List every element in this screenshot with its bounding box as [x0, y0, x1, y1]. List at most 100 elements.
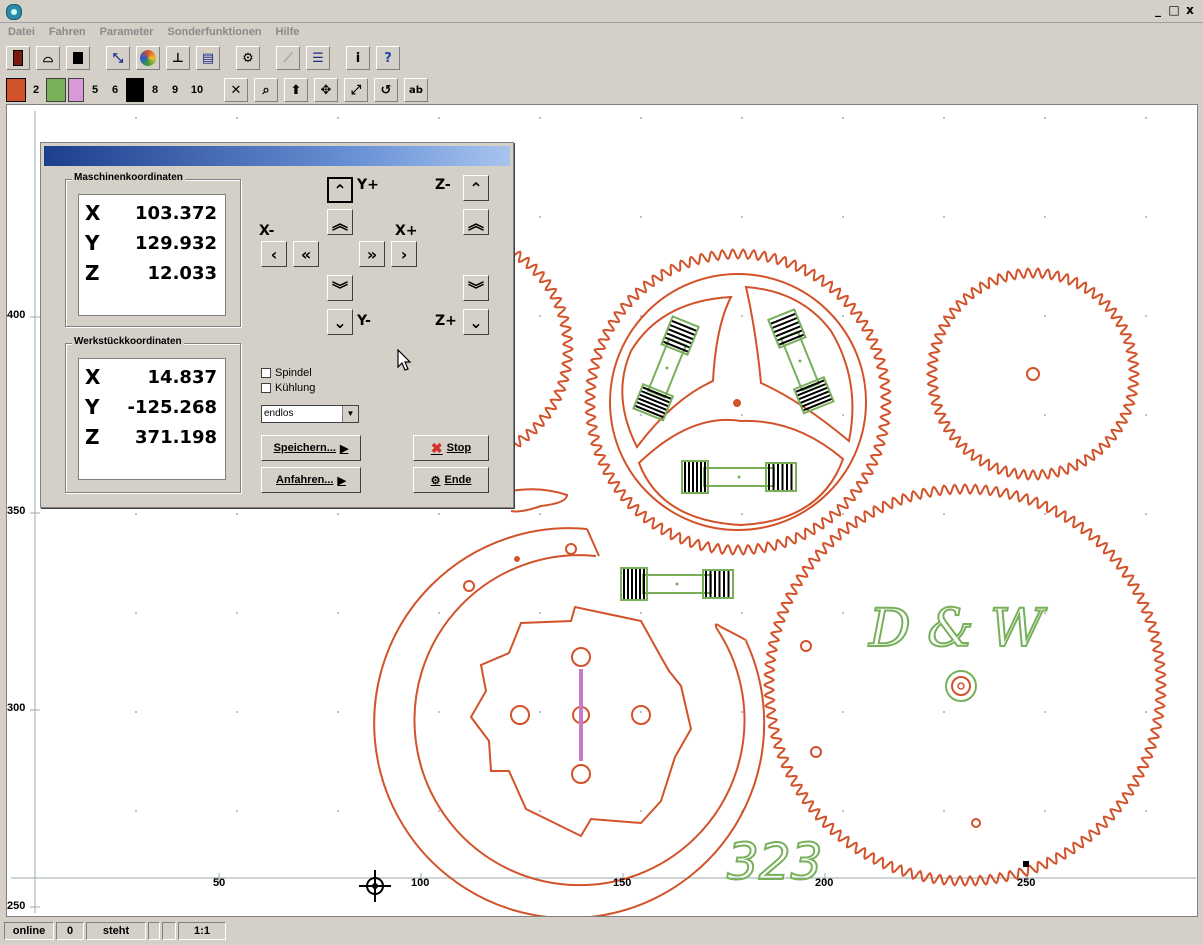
- grid-dot: [539, 513, 541, 515]
- spindel-checkbox[interactable]: [261, 368, 271, 378]
- end-button[interactable]: ⚙ Ende: [413, 467, 489, 493]
- measure-button[interactable]: ⤢: [344, 78, 368, 102]
- save-file-button[interactable]: [66, 46, 90, 70]
- kuehlung-checkbox[interactable]: [261, 383, 271, 393]
- grid-dot: [842, 612, 844, 614]
- menu-sonderfunktionen[interactable]: Sonderfunktionen: [167, 26, 261, 38]
- help-icon: ?: [384, 50, 392, 66]
- jog-y-minus-fast-button[interactable]: ︾: [327, 275, 353, 301]
- jog-x-minus-slow-button[interactable]: ‹: [261, 241, 287, 267]
- grid-dot: [842, 315, 844, 317]
- pen-2-button[interactable]: 2: [28, 78, 44, 102]
- grid-dot: [741, 513, 743, 515]
- dropdown-arrow-icon[interactable]: ▼: [342, 406, 358, 422]
- dialog-title-bar[interactable]: [44, 146, 510, 166]
- jog-z-plus-fast-button[interactable]: ︾: [463, 275, 489, 301]
- chevron-left-icon: ‹: [270, 244, 278, 264]
- transform-button[interactable]: ⤡: [106, 46, 130, 70]
- pen-8-button[interactable]: 8: [146, 78, 164, 102]
- text-tool-button[interactable]: ab: [404, 78, 428, 102]
- grid-dot: [539, 216, 541, 218]
- transform-icon: ⤡: [112, 50, 124, 66]
- hammer-bottom: [681, 460, 797, 494]
- grid-dot: [640, 414, 642, 416]
- chevron-down-icon: ⌄: [333, 312, 347, 332]
- exit-door-button[interactable]: [6, 46, 30, 70]
- jog-x-plus-fast-button[interactable]: »: [359, 241, 385, 267]
- settings-button[interactable]: ⚙: [236, 46, 260, 70]
- jog-z-minus-slow-button[interactable]: ⌃: [463, 175, 489, 201]
- disabled-tool-button[interactable]: ⟋: [276, 46, 300, 70]
- jog-y-plus-button[interactable]: ︽: [327, 209, 353, 235]
- pen-3-swatch[interactable]: [46, 78, 66, 102]
- mouse-pointer-shape: [397, 349, 412, 371]
- jog-mode-select[interactable]: endlos ▼: [261, 405, 359, 423]
- rotate-button[interactable]: ↺: [374, 78, 398, 102]
- grid-dot: [135, 117, 137, 119]
- list-button[interactable]: ☰: [306, 46, 330, 70]
- grid-dot: [943, 711, 945, 713]
- machine-coordinates-label: Maschinenkoordinaten: [72, 172, 185, 183]
- color-wheel-icon: [140, 50, 156, 66]
- hammer-stripe-right: [772, 317, 798, 329]
- grid-dot: [1044, 315, 1046, 317]
- save-position-button[interactable]: Speichern... ▶: [261, 435, 361, 461]
- pen-1-swatch[interactable]: [6, 78, 26, 102]
- jog-x-minus-fast-button[interactable]: «: [293, 241, 319, 267]
- x-tick-200: 200: [815, 877, 834, 889]
- tool-button[interactable]: ⊥: [166, 46, 190, 70]
- grid-dot: [1145, 315, 1147, 317]
- gears-icon: ⚙: [242, 50, 254, 66]
- colors-button[interactable]: [136, 46, 160, 70]
- chevron-down-icon: ⌄: [469, 312, 483, 332]
- big-gear-marker: [1023, 861, 1029, 867]
- delete-button[interactable]: ✕: [224, 78, 248, 102]
- jog-z-minus-fast-button[interactable]: ︽: [463, 209, 489, 235]
- stop-button[interactable]: ✖ Stop: [413, 435, 489, 461]
- status-empty-2: [162, 922, 176, 940]
- jog-z-plus-slow-button[interactable]: ⌄: [463, 309, 489, 335]
- pen-6-button[interactable]: 6: [106, 78, 124, 102]
- info-button[interactable]: ⅰ: [346, 46, 370, 70]
- select-arrow-button[interactable]: ⬆: [284, 78, 308, 102]
- approach-position-button[interactable]: Anfahren... ▶: [261, 467, 361, 493]
- main-toolbar: ⌓ ⤡ ⊥ ▤ ⚙ ⟋ ☰ ⅰ ?: [0, 44, 1203, 74]
- pen-7-swatch[interactable]: [126, 78, 144, 102]
- pen-10-button[interactable]: 10: [186, 78, 208, 102]
- x-tick-50: 50: [213, 877, 226, 889]
- open-file-button[interactable]: ⌓: [36, 46, 60, 70]
- hammer-stripe-right: [777, 329, 803, 342]
- app-icon[interactable]: [6, 4, 22, 20]
- close-button[interactable]: x: [1183, 3, 1197, 17]
- work-y-value: -125.268: [127, 397, 217, 418]
- layers-button[interactable]: ▤: [196, 46, 220, 70]
- machine-z-value: 12.033: [147, 263, 217, 284]
- pointer-icon: ⬆: [290, 82, 302, 98]
- jog-y-plus-fast-button[interactable]: ⌃: [327, 177, 353, 203]
- title-bar: _ □ x: [0, 0, 1203, 23]
- move-button[interactable]: ✥: [314, 78, 338, 102]
- stop-cross-icon: ✖: [430, 439, 443, 456]
- big-gear-hole-2: [810, 746, 822, 758]
- menu-hilfe[interactable]: Hilfe: [276, 26, 300, 38]
- pen-5-button[interactable]: 5: [86, 78, 104, 102]
- machine-x-label: X: [85, 201, 101, 225]
- pen-9-button[interactable]: 9: [166, 78, 184, 102]
- menu-fahren[interactable]: Fahren: [49, 26, 86, 38]
- pen-4-swatch[interactable]: [68, 78, 84, 102]
- grid-dot: [236, 711, 238, 713]
- menu-parameter[interactable]: Parameter: [100, 26, 154, 38]
- grid-dot: [1044, 216, 1046, 218]
- minimize-button[interactable]: _: [1151, 3, 1165, 17]
- menu-datei[interactable]: Datei: [8, 26, 35, 38]
- zoom-button[interactable]: ⌕: [254, 78, 278, 102]
- jog-y-minus-button[interactable]: ⌄: [327, 309, 353, 335]
- maximize-button[interactable]: □: [1167, 3, 1181, 17]
- jog-x-plus-slow-button[interactable]: ›: [391, 241, 417, 267]
- hammer-pin: [665, 366, 669, 370]
- machine-y-label: Y: [85, 231, 100, 255]
- help-button[interactable]: ?: [376, 46, 400, 70]
- menu-bar: Datei Fahren Parameter Sonderfunktionen …: [0, 22, 1203, 42]
- grid-dot: [943, 117, 945, 119]
- status-online: online: [4, 922, 54, 940]
